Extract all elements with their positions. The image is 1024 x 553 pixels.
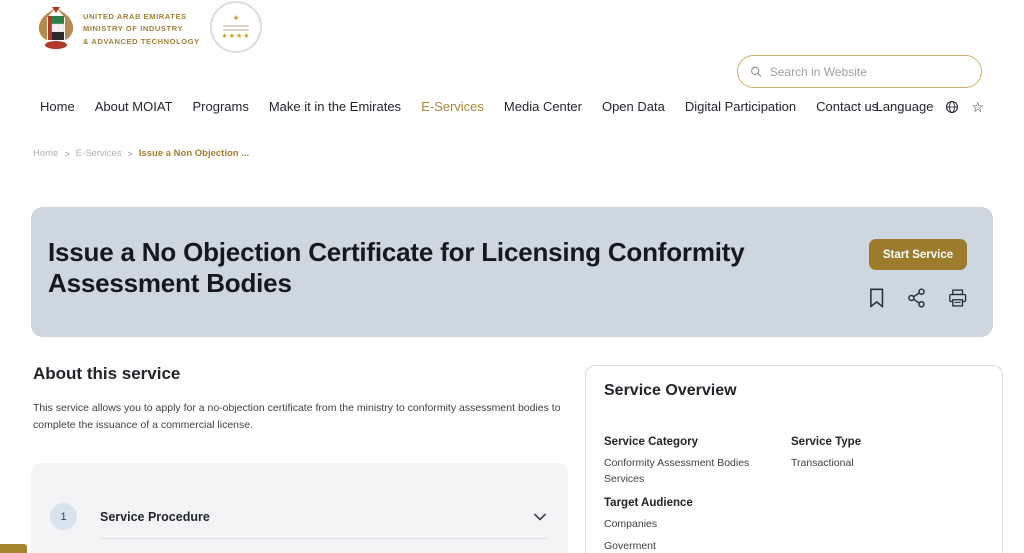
- language-switcher[interactable]: Language: [876, 99, 934, 114]
- breadcrumb-separator: >: [127, 148, 133, 159]
- nav-item-open-data[interactable]: Open Data: [602, 99, 665, 114]
- badge-text-line: [223, 29, 249, 31]
- accordion-divider: [100, 538, 548, 539]
- search-input[interactable]: [769, 64, 969, 79]
- search-icon: [751, 66, 762, 77]
- service-type-value: Transactional: [791, 457, 854, 469]
- service-type-label: Service Type: [791, 436, 862, 448]
- target-audience-label: Target Audience: [604, 497, 693, 509]
- breadcrumb: Home > E-Services > Issue a Non Objectio…: [33, 148, 249, 159]
- step-number-badge: 1: [50, 503, 77, 530]
- target-audience-value: Companies: [604, 518, 658, 530]
- nav-item-make-it-in-the-emirates[interactable]: Make it in the Emirates: [269, 99, 401, 114]
- badge-text-line: [223, 25, 249, 27]
- breadcrumb-separator: >: [64, 148, 70, 159]
- print-icon[interactable]: [948, 287, 967, 309]
- main-nav: Home About MOIAT Programs Make it in the…: [40, 99, 878, 114]
- hero-action-icons: [867, 287, 967, 309]
- service-category-value: Conformity Assessment Bodies Services: [604, 457, 750, 485]
- nav-item-contact-us[interactable]: Contact us: [816, 99, 878, 114]
- breadcrumb-home[interactable]: Home: [33, 148, 58, 159]
- badge-stars-icon: ★★★★: [221, 33, 251, 40]
- share-icon[interactable]: [907, 287, 926, 309]
- about-service-description: This service allows you to apply for a n…: [33, 402, 561, 431]
- moiat-falcon-logo-icon[interactable]: [35, 6, 77, 50]
- nav-item-digital-participation[interactable]: Digital Participation: [685, 99, 796, 114]
- service-hero-banner: Issue a No Objection Certificate for Lic…: [31, 207, 993, 337]
- start-service-button[interactable]: Start Service: [869, 239, 967, 270]
- service-category-label: Service Category: [604, 436, 698, 448]
- accessibility-star-icon[interactable]: ☆: [971, 100, 984, 114]
- service-overview-heading: Service Overview: [604, 382, 737, 399]
- logo-line-1: UNITED ARAB EMIRATES: [83, 12, 187, 21]
- breadcrumb-e-services[interactable]: E-Services: [76, 148, 122, 159]
- nav-item-media-center[interactable]: Media Center: [504, 99, 582, 114]
- nav-item-e-services[interactable]: E-Services: [421, 99, 484, 114]
- floating-widget-tab[interactable]: [0, 544, 27, 553]
- accordion-title: Service Procedure: [100, 510, 210, 524]
- badge-emblem-icon: ✦: [232, 13, 240, 23]
- nav-utilities: Language ☆: [876, 99, 984, 114]
- globe-icon[interactable]: [945, 100, 959, 114]
- nav-item-about-moiat[interactable]: About MOIAT: [95, 99, 173, 114]
- page-title: Issue a No Objection Certificate for Lic…: [48, 237, 745, 299]
- chevron-down-icon[interactable]: [532, 509, 548, 525]
- service-procedure-accordion[interactable]: 1 Service Procedure: [31, 463, 568, 553]
- service-overview-card: Service Overview Service Category Confor…: [585, 365, 1003, 553]
- nav-item-home[interactable]: Home: [40, 99, 75, 114]
- page: UNITED ARAB EMIRATES MINISTRY OF INDUSTR…: [0, 0, 1024, 553]
- about-service-heading: About this service: [33, 364, 181, 383]
- ministry-wordmark: UNITED ARAB EMIRATES MINISTRY OF INDUSTR…: [83, 11, 200, 48]
- breadcrumb-current-page: Issue a Non Objection ...: [138, 148, 250, 159]
- target-audience-value: Goverment: [604, 540, 656, 552]
- logo-line-3: & ADVANCED TECHNOLOGY: [83, 36, 200, 46]
- logo-line-2: MINISTRY OF INDUSTRY: [83, 24, 184, 34]
- accreditation-badge: ✦ ★★★★: [210, 1, 262, 53]
- site-search: [737, 55, 982, 88]
- bookmark-icon[interactable]: [867, 287, 886, 309]
- nav-item-programs[interactable]: Programs: [192, 99, 248, 114]
- falcon-emblem-graphic: [38, 7, 74, 49]
